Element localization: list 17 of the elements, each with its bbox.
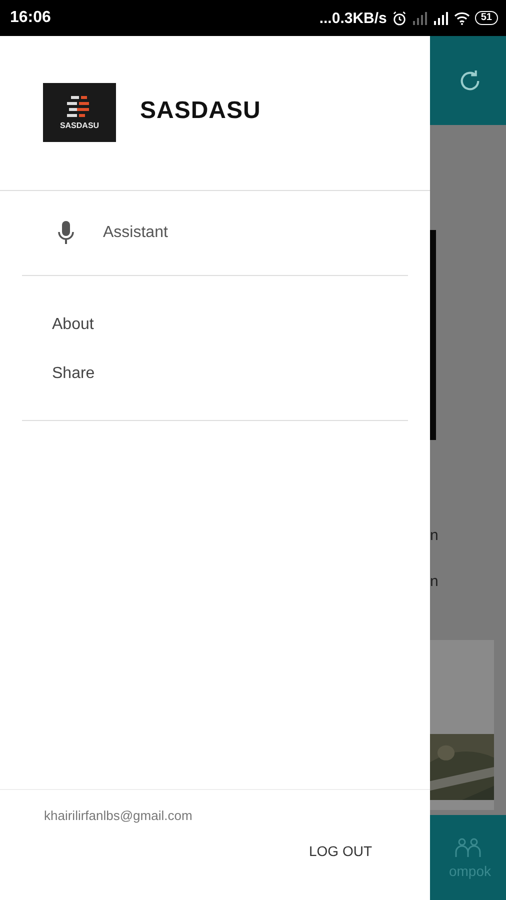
menu-item[interactable]: About [0, 300, 430, 349]
signal-icon [432, 12, 449, 24]
clock: 16:06 [10, 9, 51, 27]
alarm-icon [392, 10, 407, 26]
app-title: SASDASU [140, 97, 261, 125]
menu-item[interactable]: Share [0, 349, 430, 398]
text-fragment: n [430, 574, 440, 590]
battery-indicator: 51 [474, 11, 498, 25]
account-email: khairilirfanlbs@gmail.com [44, 808, 194, 823]
menu-item[interactable]: Assistant [0, 191, 430, 275]
logo-text: SASDASU [60, 120, 100, 130]
microphone-icon [58, 221, 74, 245]
text-fragment: n [430, 528, 440, 544]
logout-button[interactable]: LOG OUT [302, 839, 378, 863]
network-speed: ...0.3KB/s [319, 10, 387, 26]
wifi-icon [454, 12, 470, 24]
signal-icon [412, 12, 428, 24]
